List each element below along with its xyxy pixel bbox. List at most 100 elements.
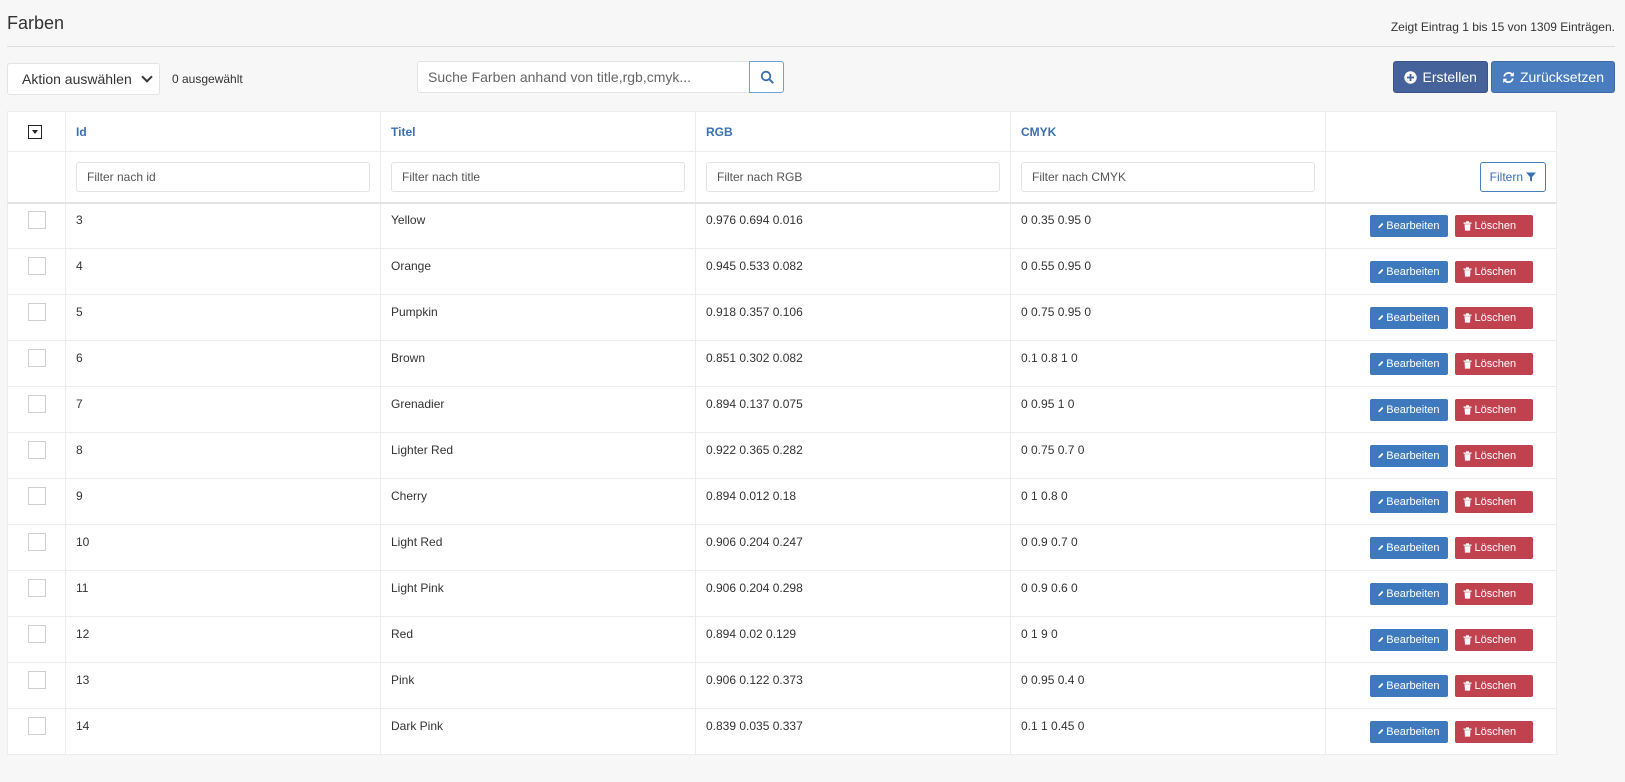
row-checkbox[interactable] xyxy=(28,394,46,413)
edit-button-label: Bearbeiten xyxy=(1386,587,1440,600)
delete-button[interactable]: Löschen xyxy=(1454,490,1533,513)
row-checkbox[interactable] xyxy=(28,486,46,505)
page-title: Farben xyxy=(7,13,65,33)
cell-cmyk: 0 0.55 0.95 0 xyxy=(1010,248,1326,295)
cell-title: Red xyxy=(380,616,696,663)
edit-button[interactable]: Bearbeiten xyxy=(1369,352,1448,375)
column-header-title[interactable]: Titel xyxy=(380,111,696,152)
filter-button-label: Filtern xyxy=(1489,169,1523,184)
row-checkbox[interactable] xyxy=(28,716,46,735)
filter-id-input[interactable] xyxy=(76,161,370,192)
edit-button[interactable]: Bearbeiten xyxy=(1369,214,1448,237)
edit-button[interactable]: Bearbeiten xyxy=(1369,536,1448,559)
table-filter-row: Filter n xyxy=(7,151,1557,204)
row-checkbox[interactable] xyxy=(28,210,46,229)
delete-button[interactable]: Löschen xyxy=(1454,674,1533,697)
edit-button[interactable]: Bearbeiten xyxy=(1369,628,1448,651)
trash-icon xyxy=(1463,266,1471,277)
colors-table: Id Titel RGB CMYK Filter nach id Filter … xyxy=(7,111,1557,755)
cell-title: Grenadier xyxy=(380,386,696,433)
cell-actions: Bearbeiten Löschen xyxy=(1325,616,1557,663)
edit-button[interactable]: Bearbeiten xyxy=(1369,444,1448,467)
edit-button[interactable]: Bearbeiten xyxy=(1369,720,1448,743)
cell-cmyk: 0 0.35 0.95 0 xyxy=(1010,202,1326,249)
edit-button[interactable]: Bearbeiten xyxy=(1369,306,1448,329)
trash-icon xyxy=(1463,221,1471,231)
delete-button[interactable]: Löschen xyxy=(1454,260,1533,283)
reset-button[interactable]: Zurücksetzen xyxy=(1490,61,1615,93)
edit-button-label: Bearbeiten xyxy=(1386,357,1440,370)
pencil-icon xyxy=(1377,223,1383,229)
search-input[interactable] xyxy=(417,61,749,93)
cell-title: Cherry xyxy=(380,478,696,525)
edit-button[interactable]: Bearbeiten xyxy=(1369,490,1448,513)
filter-rgb-input[interactable] xyxy=(706,161,1000,192)
table-row: 3 Yellow 0.976 0.694 0.016 0 0.35 0.95 0… xyxy=(7,202,1557,249)
edit-button[interactable]: Bearbeiten xyxy=(1369,674,1448,697)
edit-button-label: Bearbeiten xyxy=(1386,219,1440,232)
cell-id: 14 xyxy=(65,708,381,755)
row-checkbox[interactable] xyxy=(28,440,46,459)
row-select-cell xyxy=(7,248,66,295)
refresh-icon xyxy=(1503,71,1514,83)
row-checkbox[interactable] xyxy=(28,532,46,551)
edit-button-label: Bearbeiten xyxy=(1386,403,1440,416)
filter-cmyk-input[interactable] xyxy=(1021,161,1315,192)
cell-actions: Bearbeiten Löschen xyxy=(1325,202,1557,249)
select-all-checkbox[interactable] xyxy=(28,124,42,139)
delete-button[interactable]: Löschen xyxy=(1454,214,1533,237)
trash-icon xyxy=(1463,634,1471,645)
cell-cmyk: 0.1 0.8 1 0 xyxy=(1010,340,1326,387)
cell-actions: Bearbeiten Löschen xyxy=(1325,570,1557,617)
cell-title: Brown xyxy=(380,340,696,387)
cell-actions: Bearbeiten Löschen xyxy=(1325,662,1557,709)
row-checkbox[interactable] xyxy=(28,578,46,597)
cell-cmyk: 0 0.75 0.95 0 xyxy=(1010,294,1326,341)
cell-rgb: 0.839 0.035 0.337 xyxy=(695,708,1011,755)
cell-rgb: 0.976 0.694 0.016 xyxy=(695,202,1011,249)
cell-title: Light Pink xyxy=(380,570,696,617)
edit-button[interactable]: Bearbeiten xyxy=(1369,260,1448,283)
row-checkbox[interactable] xyxy=(28,670,46,689)
pencil-icon xyxy=(1377,728,1383,735)
search-button[interactable] xyxy=(749,61,784,93)
row-checkbox[interactable] xyxy=(28,348,46,367)
row-checkbox[interactable] xyxy=(28,302,46,321)
create-button[interactable]: Erstellen xyxy=(1393,61,1488,93)
row-select-cell xyxy=(7,662,66,709)
edit-button[interactable]: Bearbeiten xyxy=(1369,398,1448,421)
delete-button[interactable]: Löschen xyxy=(1454,720,1533,743)
edit-button-label: Bearbeiten xyxy=(1386,265,1440,278)
column-header-rgb[interactable]: RGB xyxy=(695,111,1011,152)
row-checkbox[interactable] xyxy=(28,624,46,643)
cell-rgb: 0.894 0.02 0.129 xyxy=(695,616,1011,663)
filter-cell-button: Filtern xyxy=(1325,151,1557,204)
delete-button[interactable]: Löschen xyxy=(1454,306,1533,329)
delete-button[interactable]: Löschen xyxy=(1454,628,1533,651)
row-checkbox[interactable] xyxy=(28,256,46,275)
delete-button-label: Löschen xyxy=(1474,403,1517,416)
delete-button[interactable]: Löschen xyxy=(1454,582,1533,605)
pencil-icon xyxy=(1377,498,1383,505)
filter-cell-cmyk xyxy=(1010,151,1326,204)
cell-cmyk: 0.1 1 0.45 0 xyxy=(1010,708,1326,755)
selected-count: 0 ausgewählt xyxy=(172,72,243,86)
table-row: 6 Brown 0.851 0.302 0.082 0.1 0.8 1 0 Be… xyxy=(7,340,1557,387)
pencil-icon xyxy=(1377,360,1383,367)
edit-button[interactable]: Bearbeiten xyxy=(1369,582,1448,605)
row-select-cell xyxy=(7,294,66,341)
filter-title-input[interactable] xyxy=(391,161,685,192)
delete-button[interactable]: Löschen xyxy=(1454,444,1533,467)
column-header-cmyk[interactable]: CMYK xyxy=(1010,111,1326,152)
cell-rgb: 0.918 0.357 0.106 xyxy=(695,294,1011,341)
delete-button[interactable]: Löschen xyxy=(1454,398,1533,421)
delete-button[interactable]: Löschen xyxy=(1454,536,1533,559)
filter-button[interactable]: Filtern xyxy=(1479,161,1546,192)
column-header-id[interactable]: Id xyxy=(65,111,381,152)
row-select-cell xyxy=(7,524,66,571)
cell-title: Light Red xyxy=(380,524,696,571)
bulk-action-select[interactable]: Aktion auswählen xyxy=(7,63,160,95)
delete-button[interactable]: Löschen xyxy=(1454,352,1533,375)
cell-cmyk: 0 1 9 0 xyxy=(1010,616,1326,663)
bulk-action-select-value: Aktion auswählen xyxy=(22,71,132,87)
